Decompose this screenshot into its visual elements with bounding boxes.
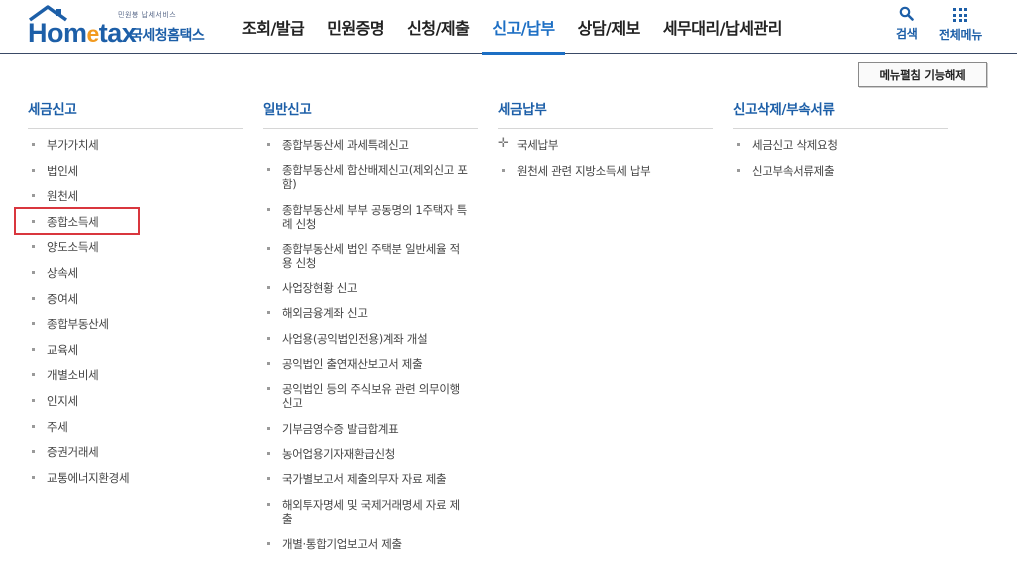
bullet-icon xyxy=(32,347,35,351)
bullet-icon xyxy=(267,451,270,455)
menu-item-general-3[interactable]: 종합부동산세 법인 주택분 일반세율 적용 신청 xyxy=(263,242,468,270)
menu-item-vat[interactable]: 부가가치세 xyxy=(28,138,243,152)
bullet-icon xyxy=(267,387,270,391)
menu-item-general-12[interactable]: 해외투자명세 및 국제거래명세 자료 제출 xyxy=(263,498,468,526)
bullet-icon xyxy=(737,168,740,172)
column-title: 일반신고 xyxy=(263,98,478,129)
bullet-icon xyxy=(267,502,270,506)
grid-icon xyxy=(953,8,968,22)
logo-korean-name: 국세청홈택스 xyxy=(130,28,205,44)
menu-item-general-4[interactable]: 사업장현황 신고 xyxy=(263,281,468,295)
menu-column-filing-deletion: 신고삭제/부속서류 세금신고 삭제요청 신고부속서류제출 xyxy=(733,98,948,189)
menu-list: 부가가치세 법인세 원천세 종합소득세 양도소득세 상속세 증여세 종합부동산세… xyxy=(28,138,243,485)
search-button[interactable]: 검색 xyxy=(896,6,918,42)
column-title: 신고삭제/부속서류 xyxy=(733,98,948,129)
highlight-box xyxy=(14,207,140,235)
menu-item-stamp-tax[interactable]: 인지세 xyxy=(28,394,243,408)
bullet-icon xyxy=(32,398,35,402)
menu-item-general-11[interactable]: 국가별보고서 제출의무자 자료 제출 xyxy=(263,472,468,486)
menu-list: 종합부동산세 과세특례신고 종합부동산세 합산배제신고(제외신고 포함) 종합부… xyxy=(263,138,478,551)
bullet-icon xyxy=(502,168,505,172)
bullet-icon xyxy=(32,143,35,146)
menu-item-gift-tax[interactable]: 증여세 xyxy=(28,292,243,306)
menu-item-general-1[interactable]: 종합부동산세 합산배제신고(제외신고 포함) xyxy=(263,163,468,191)
menu-item-local-income-tax-payment[interactable]: 원천세 관련 지방소득세 납부 xyxy=(498,164,713,178)
menu-item-general-6[interactable]: 사업용(공익법인전용)계좌 개설 xyxy=(263,332,468,346)
menu-column-tax-filing: 세금신고 부가가치세 법인세 원천세 종합소득세 양도소득세 상속세 증여세 종… xyxy=(28,98,243,496)
gnb-item-tax-agent[interactable]: 세무대리/납세관리 xyxy=(653,0,792,54)
menu-item-liquor-tax[interactable]: 주세 xyxy=(28,420,243,434)
menu-list: 세금신고 삭제요청 신고부속서류제출 xyxy=(733,138,948,178)
gnb-item-application[interactable]: 신청/제출 xyxy=(397,0,479,54)
menu-item-general-8[interactable]: 공익법인 등의 주식보유 관련 의무이행 신고 xyxy=(263,382,468,410)
gnb-item-certificate[interactable]: 민원증명 xyxy=(317,0,394,54)
menu-item-securities-tax[interactable]: 증권거래세 xyxy=(28,445,243,459)
column-title: 세금신고 xyxy=(28,98,243,129)
menu-column-general-filing: 일반신고 종합부동산세 과세특례신고 종합부동산세 합산배제신고(제외신고 포함… xyxy=(263,98,478,562)
bullet-icon xyxy=(267,541,270,545)
search-label: 검색 xyxy=(896,27,918,41)
menu-item-general-13[interactable]: 개별·통합기업보고서 제출 xyxy=(263,537,468,551)
bullet-icon xyxy=(267,311,270,315)
plus-icon[interactable]: ✛ xyxy=(498,137,509,151)
bullet-icon xyxy=(267,143,270,146)
menu-item-general-2[interactable]: 종합부동산세 부부 공동명의 1주택자 특례 신청 xyxy=(263,203,468,231)
menu-item-filing-deletion-request[interactable]: 세금신고 삭제요청 xyxy=(733,138,948,152)
bullet-icon xyxy=(32,194,35,198)
all-menu-button[interactable]: 전체메뉴 xyxy=(939,6,982,43)
menu-item-capital-gains-tax[interactable]: 양도소득세 xyxy=(28,240,243,254)
logo-wordmark: Hometax xyxy=(28,18,137,48)
column-title: 세금납부 xyxy=(498,98,713,129)
menu-item-education-tax[interactable]: 교육세 xyxy=(28,343,243,357)
menu-column-tax-payment: 세금납부 ✛ 국세납부 원천세 관련 지방소득세 납부 xyxy=(498,98,713,189)
menu-item-general-5[interactable]: 해외금융계좌 신고 xyxy=(263,306,468,320)
global-nav: 조회/발급 민원증명 신청/제출 신고/납부 상담/제보 세무대리/납세관리 xyxy=(232,0,795,55)
menu-list: ✛ 국세납부 원천세 관련 지방소득세 납부 xyxy=(498,137,713,178)
bullet-icon xyxy=(267,168,270,172)
menu-item-property-tax[interactable]: 종합부동산세 xyxy=(28,317,243,331)
bullet-icon xyxy=(32,296,35,300)
menu-item-corporate-tax[interactable]: 법인세 xyxy=(28,164,243,178)
gnb-item-consult[interactable]: 상담/제보 xyxy=(568,0,650,54)
menu-item-attachment-submission[interactable]: 신고부속서류제출 xyxy=(733,164,948,178)
menu-item-general-7[interactable]: 공익법인 출연재산보고서 제출 xyxy=(263,357,468,371)
bullet-icon xyxy=(267,426,270,430)
menu-item-general-9[interactable]: 기부금영수증 발급합계표 xyxy=(263,422,468,436)
bullet-icon xyxy=(32,270,35,274)
gnb-item-filing-payment[interactable]: 신고/납부 xyxy=(482,0,565,55)
menu-item-general-0[interactable]: 종합부동산세 과세특례신고 xyxy=(263,138,468,152)
header: 민원봉 납세서비스 Hometax 국세청홈택스 조회/발급 민원증명 신청/제… xyxy=(0,0,1017,55)
menu-item-inheritance-tax[interactable]: 상속세 xyxy=(28,266,243,280)
bullet-icon xyxy=(267,336,270,340)
gnb-item-inquiry[interactable]: 조회/발급 xyxy=(232,0,314,54)
bullet-icon xyxy=(32,475,35,479)
bullet-icon xyxy=(267,286,270,290)
hometax-logo[interactable]: 민원봉 납세서비스 Hometax 국세청홈택스 xyxy=(26,4,216,50)
bullet-icon xyxy=(32,450,35,454)
bullet-icon xyxy=(32,322,35,326)
bullet-icon xyxy=(32,373,35,377)
bullet-icon xyxy=(32,245,35,249)
search-icon xyxy=(899,6,915,21)
menu-item-excise-tax[interactable]: 개별소비세 xyxy=(28,368,243,382)
menu-item-energy-tax[interactable]: 교통에너지환경세 xyxy=(28,471,243,485)
menu-item-withholding-tax[interactable]: 원천세 xyxy=(28,189,243,203)
bullet-icon xyxy=(267,246,270,250)
bullet-icon xyxy=(267,207,270,211)
bullet-icon xyxy=(267,477,270,481)
bullet-icon xyxy=(32,168,35,172)
bullet-icon xyxy=(267,362,270,366)
menu-item-national-tax-payment[interactable]: ✛ 국세납부 xyxy=(498,137,713,153)
bullet-icon xyxy=(737,143,740,146)
all-menu-label: 전체메뉴 xyxy=(939,28,982,42)
menu-item-general-10[interactable]: 농어업용기자재환급신청 xyxy=(263,447,468,461)
menu-expand-toggle-button[interactable]: 메뉴펼침 기능해제 xyxy=(858,62,987,87)
bullet-icon xyxy=(32,424,35,428)
